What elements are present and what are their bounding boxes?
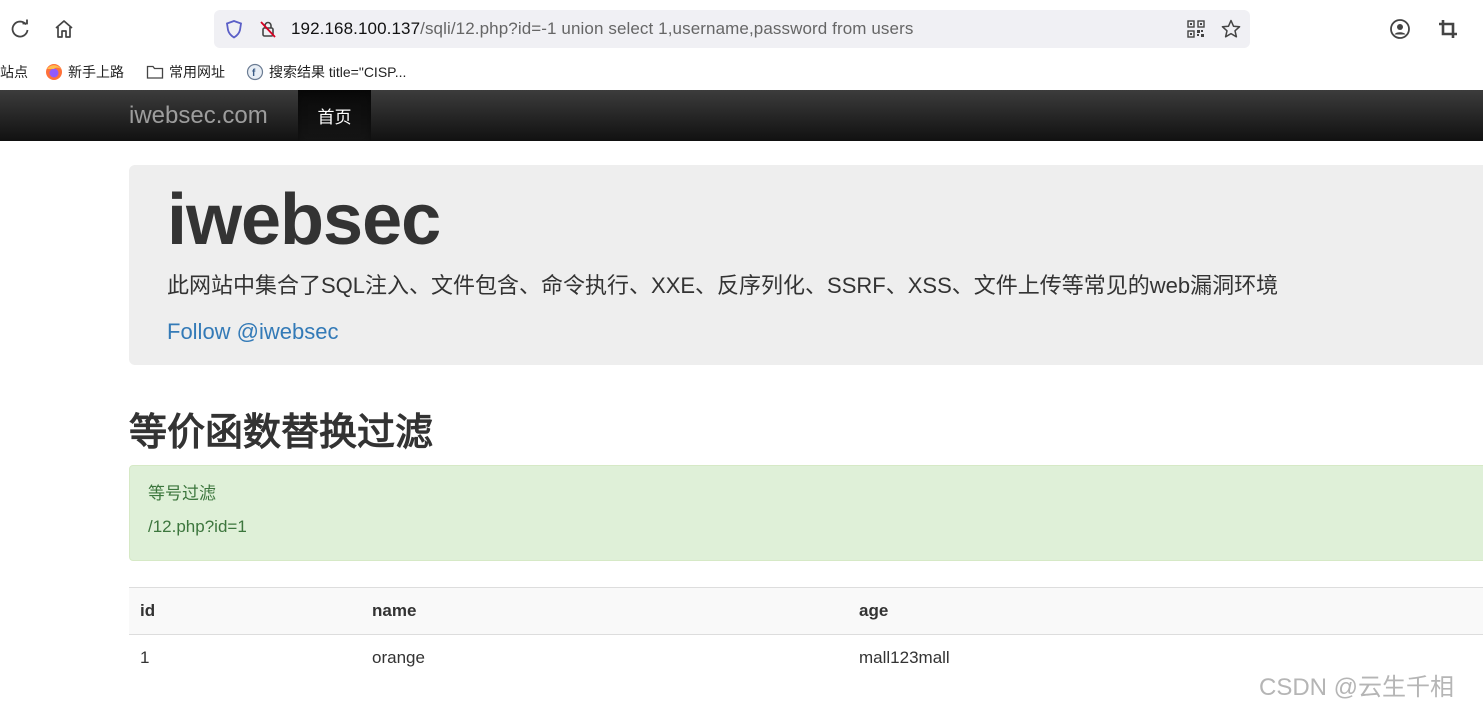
bookmark-getting-started[interactable]: 新手上路 (45, 62, 124, 82)
bookmark-common-sites[interactable]: 常用网址 (146, 62, 225, 82)
home-icon[interactable] (51, 16, 77, 42)
bookmark-label: 搜索结果 title="CISP... (269, 64, 407, 80)
bookmarks-bar: 站点 新手上路 常用网址 f 搜索结果 title="CISP... (0, 56, 1483, 89)
follow-link[interactable]: Follow @iwebsec (167, 319, 339, 345)
bookmark-label: 新手上路 (68, 64, 124, 80)
bookmark-sites[interactable]: 站点 (0, 62, 28, 82)
reload-icon[interactable] (7, 16, 33, 42)
bookmark-label: 常用网址 (169, 64, 225, 80)
bookmark-star-icon[interactable] (1220, 18, 1242, 45)
alert-example-url: /12.php?id=1 (148, 517, 247, 536)
navbar-brand[interactable]: iwebsec.com (129, 102, 268, 130)
jumbotron: iwebsec 此网站中集合了SQL注入、文件包含、命令执行、XXE、反序列化、… (129, 165, 1483, 365)
site-navbar: iwebsec.com 首页 (0, 90, 1483, 141)
url-text[interactable]: 192.168.100.137/sqli/12.php?id=-1 union … (291, 19, 913, 39)
bookmark-label: 站点 (0, 64, 28, 80)
column-header-age: age (848, 587, 1483, 635)
url-path: /sqli/12.php?id=-1 union select 1,userna… (420, 19, 914, 38)
account-icon[interactable] (1387, 16, 1413, 42)
url-host: 192.168.100.137 (291, 19, 421, 38)
table-header-row: id name age (129, 587, 1483, 635)
site-favicon-icon: f (246, 63, 264, 81)
site-title: iwebsec (167, 180, 441, 260)
folder-icon (146, 64, 164, 80)
column-header-id: id (129, 587, 361, 635)
success-alert: 等号过滤 /12.php?id=1 (129, 465, 1483, 561)
cell-id: 1 (140, 648, 150, 667)
address-bar[interactable]: 192.168.100.137/sqli/12.php?id=-1 union … (214, 10, 1250, 48)
csdn-watermark: CSDN @云生千相 (1259, 674, 1455, 701)
cell-name: orange (372, 648, 425, 667)
alert-title: 等号过滤 (148, 484, 216, 503)
crop-extension-icon[interactable] (1435, 16, 1461, 42)
site-description: 此网站中集合了SQL注入、文件包含、命令执行、XXE、反序列化、SSRF、XSS… (167, 273, 1279, 298)
firefox-icon (45, 63, 63, 81)
insecure-lock-icon[interactable] (258, 19, 278, 44)
qr-code-icon[interactable] (1187, 20, 1205, 43)
page-title: 等价函数替换过滤 (129, 412, 434, 454)
column-header-name: name (361, 587, 848, 635)
bookmark-search-results[interactable]: f 搜索结果 title="CISP... (246, 62, 406, 82)
nav-item-home[interactable]: 首页 (298, 90, 371, 141)
browser-toolbar: 192.168.100.137/sqli/12.php?id=-1 union … (0, 0, 1483, 56)
tracking-protection-icon[interactable] (224, 19, 244, 44)
